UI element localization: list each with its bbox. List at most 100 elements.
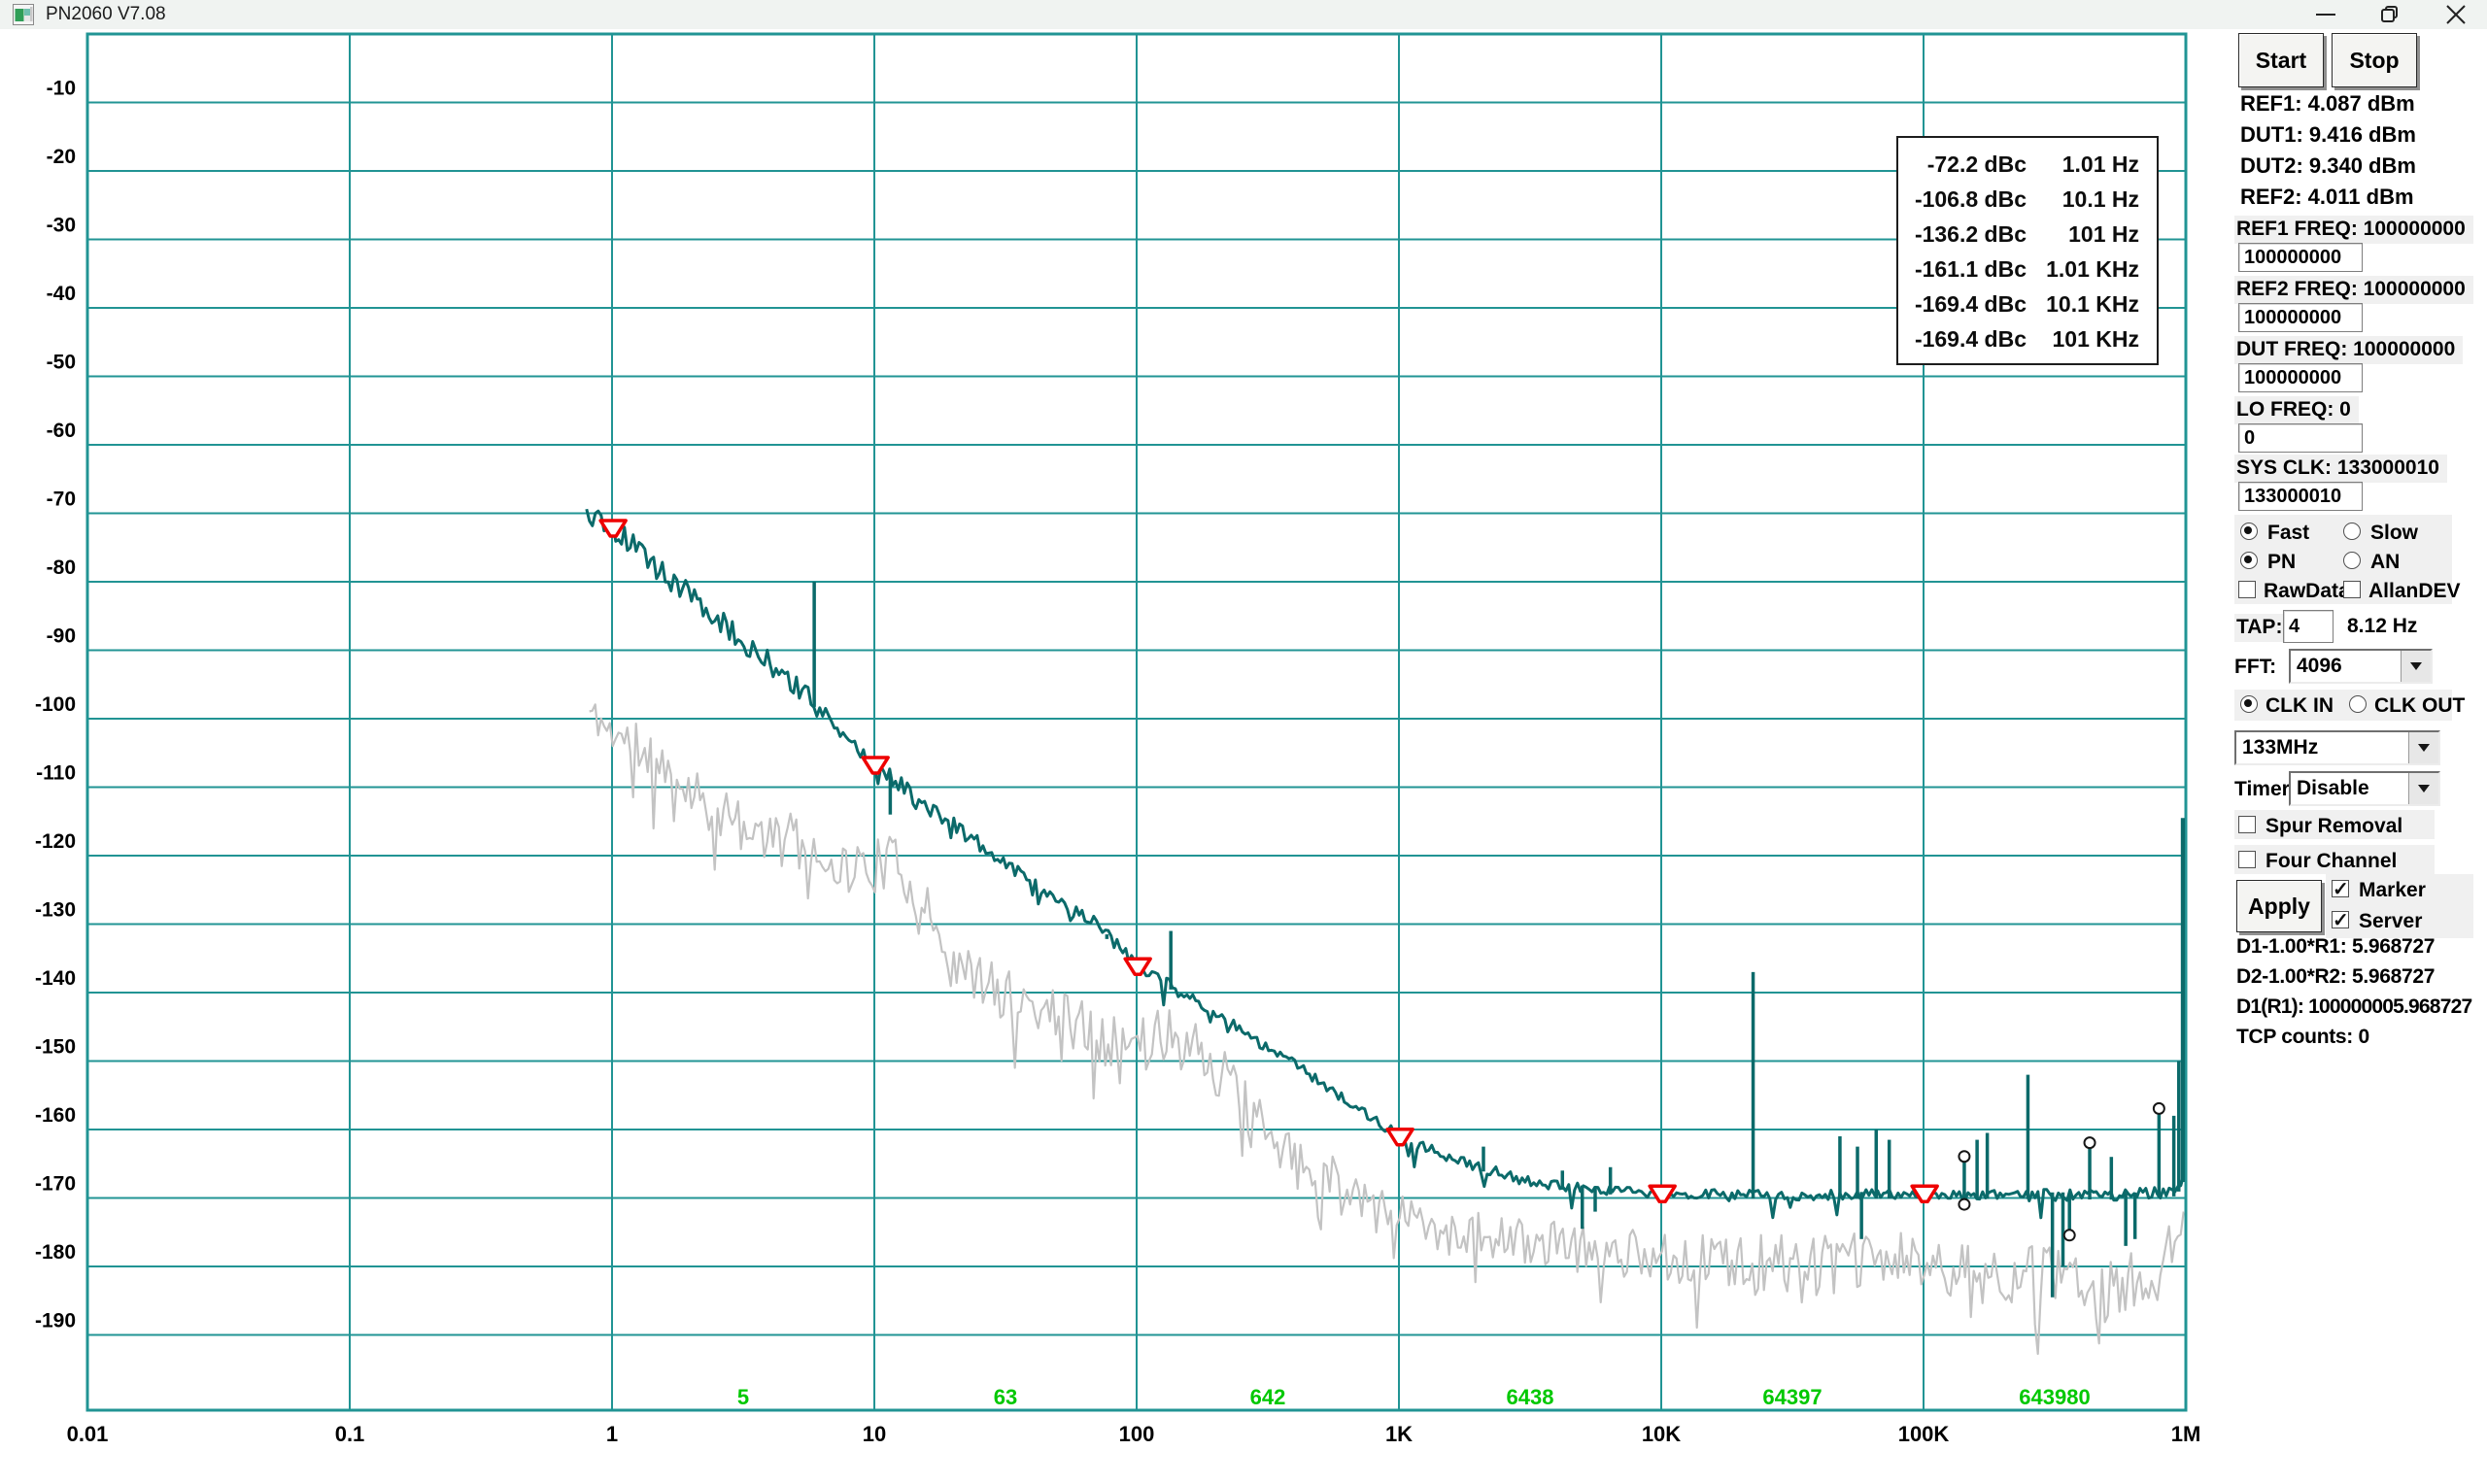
fft-select-value: 4096 [2291,651,2401,682]
timer-select[interactable]: Disable [2289,771,2440,806]
d1r1-freq-stat: D1(R1): 100000005.968727 [2236,995,2471,1020]
sys-clk-input[interactable] [2238,482,2363,511]
ref2-freq-label: REF2 FREQ: 100000000 [2234,276,2473,304]
decade-count-label: 642 [1250,1385,1286,1409]
pn-radio-label: PN [2267,550,2296,575]
dut-freq-input[interactable] [2238,363,2363,392]
x-axis-tick-label: 100 [1119,1422,1155,1446]
spur-circle-marker [2064,1230,2075,1240]
lo-freq-input[interactable] [2238,423,2363,453]
marker-checkbox-label: Marker [2359,878,2426,903]
chevron-down-icon [2410,662,2422,670]
y-axis-tick-label: -10 [47,78,76,100]
ref2-freq-input[interactable] [2238,303,2363,332]
allandev-checkbox[interactable] [2343,581,2361,598]
spur-circle-marker [1959,1151,1969,1162]
marker-triangle [1387,1130,1413,1145]
an-radio[interactable] [2343,552,2361,569]
start-button[interactable]: Start [2238,33,2324,87]
timer-select-arrow[interactable] [2408,773,2438,804]
marker-frequency-value: 1.01 KHz [2038,256,2139,283]
decade-count-label: 64397 [1762,1385,1822,1409]
minimize-icon [2311,2,2340,27]
minimize-button[interactable] [2304,0,2347,29]
ref1-freq-input[interactable] [2238,243,2363,272]
close-button[interactable] [2435,0,2477,29]
slow-radio[interactable] [2343,523,2361,540]
y-axis-tick-label: -20 [47,146,76,168]
fft-select[interactable]: 4096 [2289,649,2433,684]
timer-label: Timer: [2234,777,2297,802]
dut-phase-noise-trace [587,509,2184,1218]
tap-rate-readout: 8.12 Hz [2347,614,2417,639]
y-axis-tick-label: -80 [47,556,76,579]
spur-circle-marker [2154,1103,2164,1114]
y-axis-tick-label: -150 [35,1036,76,1059]
marker-triangle [1125,959,1150,974]
restore-icon [2375,2,2404,27]
y-axis-tick-label: -40 [47,283,76,305]
fast-radio[interactable] [2240,523,2258,540]
y-axis-tick-label: -190 [35,1310,76,1332]
timer-select-value: Disable [2291,773,2408,804]
y-axis-tick-label: -120 [35,830,76,853]
y-axis-tick-label: -180 [35,1241,76,1264]
pn-radio[interactable] [2240,552,2258,569]
marker-level-value: -106.8 dBc [1898,186,2027,213]
four-channel-checkbox[interactable] [2238,851,2256,868]
ref1-power-readout: REF1: 4.087 dBm [2240,91,2415,117]
clk-in-radio-label: CLK IN [2266,693,2334,719]
control-panel: Start Stop REF1: 4.087 dBm DUT1: 9.416 d… [2234,0,2487,1484]
x-axis-tick-label: 1M [2171,1422,2201,1446]
marker-table-row: -136.2 dBc101 Hz [1898,217,2157,252]
marker-level-value: -161.1 dBc [1898,256,2027,283]
clk-freq-select-arrow[interactable] [2408,732,2438,763]
marker-triangle [1650,1186,1675,1201]
server-checkbox[interactable] [2332,911,2349,928]
four-channel-label: Four Channel [2266,849,2397,874]
marker-table-row: -169.4 dBc101 KHz [1898,321,2157,356]
marker-table: -72.2 dBc1.01 Hz-106.8 dBc10.1 Hz-136.2 … [1896,136,2159,365]
stop-button[interactable]: Stop [2332,33,2417,87]
spur-circle-marker [1959,1199,1969,1210]
fft-select-arrow[interactable] [2401,651,2431,682]
y-axis-tick-label: -100 [35,693,76,716]
x-axis-tick-label: 0.01 [67,1422,109,1446]
fft-label: FFT: [2234,655,2276,680]
app-icon [13,4,34,25]
y-axis-tick-label: -170 [35,1173,76,1196]
tap-input[interactable] [2283,610,2334,643]
close-icon [2441,2,2470,27]
fast-radio-label: Fast [2267,521,2309,546]
y-axis-tick-label: -60 [47,420,76,442]
y-axis-tick-label: -160 [35,1104,76,1127]
spur-removal-label: Spur Removal [2266,814,2402,839]
marker-frequency-value: 10.1 KHz [2038,291,2139,318]
marker-table-row: -72.2 dBc1.01 Hz [1898,147,2157,182]
marker-table-row: -169.4 dBc10.1 KHz [1898,287,2157,321]
restore-button[interactable] [2368,0,2411,29]
spur-removal-checkbox[interactable] [2238,816,2256,833]
d2-r2-stat: D2-1.00*R2: 5.968727 [2236,964,2435,990]
chevron-down-icon [2418,785,2430,793]
x-axis-tick-label: 0.1 [335,1422,365,1446]
window-title: PN2060 V7.08 [46,4,166,25]
marker-checkbox[interactable] [2332,880,2349,897]
spur-circle-marker [2085,1137,2095,1148]
marker-level-value: -136.2 dBc [1898,221,2027,248]
rawdata-checkbox-label: RawData [2264,579,2350,604]
y-axis-tick-label: -30 [47,215,76,237]
apply-button[interactable]: Apply [2236,880,2322,932]
d1-r1-stat: D1-1.00*R1: 5.968727 [2236,934,2435,960]
clk-out-radio[interactable] [2349,695,2367,713]
x-axis-tick-label: 1 [606,1422,618,1446]
allandev-checkbox-label: AllanDEV [2368,579,2461,604]
marker-table-row: -161.1 dBc 1.01 KHz [1898,252,2157,287]
x-axis-tick-label: 1K [1385,1422,1413,1446]
tap-label: TAP: [2234,614,2290,642]
clk-in-radio[interactable] [2240,695,2258,713]
x-axis-tick-label: 100K [1898,1422,1950,1446]
lo-freq-label: LO FREQ: 0 [2234,396,2359,424]
rawdata-checkbox[interactable] [2238,581,2256,598]
clk-freq-select[interactable]: 133MHz [2234,730,2440,765]
